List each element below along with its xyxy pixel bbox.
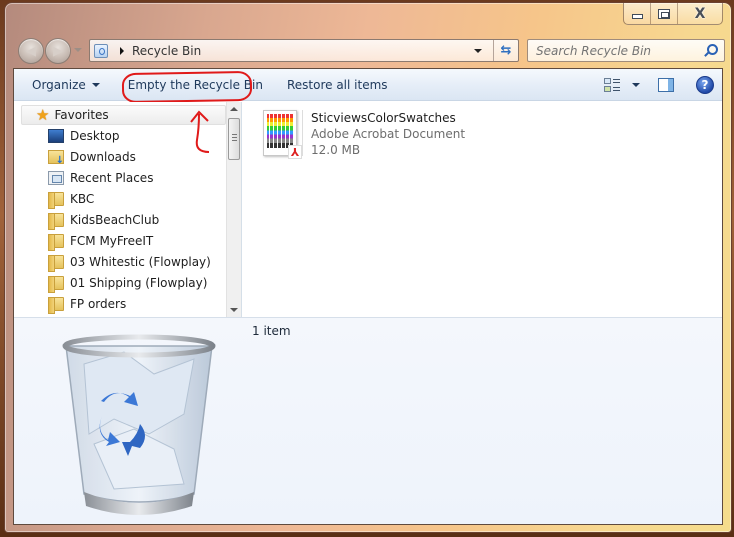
recent-pages-dropdown[interactable] [74, 48, 82, 52]
sidebar-item-label: 01 Shipping (Flowplay) [70, 275, 208, 290]
scroll-up-arrow-icon[interactable] [230, 107, 238, 111]
folder-icon [48, 191, 64, 209]
recycle-bin-large-icon [62, 334, 216, 515]
sidebar-item-kidsbeachclub[interactable]: KidsBeachClub [14, 209, 226, 230]
back-arrow-icon: ◀ [26, 43, 36, 59]
address-history-dropdown[interactable] [474, 49, 482, 53]
refresh-icon: ⇆ [500, 43, 512, 58]
folder-icon [48, 212, 64, 230]
restore-all-items-label: Restore all items [286, 77, 388, 92]
sidebar-favorites-header[interactable]: ★ Favorites [21, 105, 226, 125]
sidebar-item-label: FCM MyFreeIT [70, 233, 154, 248]
search-input[interactable] [528, 43, 700, 58]
minimize-icon [631, 14, 643, 19]
item-count: 1 item [252, 324, 291, 338]
sidebar-item-label: KidsBeachClub [70, 212, 160, 227]
sidebar-item-fp-orders[interactable]: FP orders [14, 293, 226, 314]
sidebar-item-downloads[interactable]: Downloads [14, 146, 226, 167]
organize-button[interactable]: Organize [20, 69, 112, 100]
preview-pane-icon[interactable] [658, 77, 674, 92]
favorites-list: ★ Favorites Desktop Downloads Recent Pla… [14, 102, 226, 314]
folder-icon [48, 233, 64, 251]
sidebar-item-label: Recent Places [70, 170, 154, 185]
color-swatch-thumbnail [267, 114, 293, 148]
restore-all-items-button[interactable]: Restore all items [275, 69, 400, 100]
search-icon[interactable] [700, 41, 720, 61]
sidebar-item-label: Downloads [70, 149, 136, 164]
favorites-label: Favorites [54, 108, 109, 122]
back-button[interactable]: ◀ [18, 38, 44, 64]
file-separator [302, 110, 303, 156]
file-name: SticviewsColorSwatches [311, 111, 456, 125]
folder-icon [48, 296, 64, 314]
sidebar-item-label: Desktop [70, 128, 120, 143]
refresh-button[interactable]: ⇆ [493, 40, 518, 61]
downloads-icon [48, 149, 64, 166]
empty-recycle-bin-label: Empty the Recycle Bin [127, 77, 263, 92]
sidebar-item-fcm-myfreeit[interactable]: FCM MyFreeIT [14, 230, 226, 251]
scroll-down-arrow-icon[interactable] [230, 308, 238, 312]
maximize-icon [658, 8, 670, 19]
empty-recycle-bin-button[interactable]: Empty the Recycle Bin [116, 69, 275, 100]
navigation-pane-scrollbar[interactable] [226, 102, 241, 317]
search-box [527, 39, 725, 62]
help-icon[interactable]: ? [696, 75, 714, 94]
client-area: Organize Empty the Recycle Bin Restore a… [13, 68, 723, 525]
scrollbar-thumb[interactable] [228, 118, 240, 160]
sidebar-item-03-whitestic[interactable]: 03 Whitestic (Flowplay) [14, 251, 226, 272]
close-button[interactable]: X [678, 3, 722, 24]
command-bar: Organize Empty the Recycle Bin Restore a… [14, 69, 722, 104]
sidebar-item-label: FP orders [70, 296, 127, 311]
details-pane: 1 item [14, 317, 722, 524]
forward-arrow-icon: ▶ [53, 43, 63, 59]
pdf-icon: ⅄ [263, 110, 302, 159]
acrobat-badge-icon: ⅄ [288, 145, 302, 159]
folder-icon [48, 254, 64, 272]
file-list: ⅄ SticviewsColorSwatches Adobe Acrobat D… [243, 102, 722, 317]
desktop-icon [48, 128, 64, 143]
organize-label: Organize [32, 77, 86, 92]
file-size: 12.0 MB [311, 143, 361, 157]
address-bar[interactable]: Recycle Bin ⇆ [89, 39, 519, 62]
sidebar-item-desktop[interactable]: Desktop [14, 125, 226, 146]
navigation-pane: ★ Favorites Desktop Downloads Recent Pla… [14, 102, 242, 317]
maximize-button[interactable] [651, 3, 678, 24]
sidebar-item-label: 03 Whitestic (Flowplay) [70, 254, 211, 269]
sidebar-item-label: KBC [70, 191, 95, 206]
star-icon: ★ [36, 106, 50, 124]
file-meta: SticviewsColorSwatches Adobe Acrobat Doc… [311, 110, 465, 158]
sidebar-item-recent-places[interactable]: Recent Places [14, 167, 226, 188]
close-icon: X [694, 5, 706, 22]
recent-places-icon [48, 170, 64, 185]
change-view-icon[interactable] [604, 77, 620, 93]
breadcrumb-recycle-bin[interactable]: Recycle Bin [132, 44, 201, 58]
caption-buttons: X [623, 3, 723, 25]
navigation-bar: ◀ ▶ Recycle Bin ⇆ [17, 38, 725, 65]
file-item[interactable]: ⅄ SticviewsColorSwatches Adobe Acrobat D… [263, 110, 465, 159]
chevron-down-icon [91, 82, 100, 87]
view-options-dropdown[interactable] [632, 82, 640, 87]
sidebar-item-01-shipping[interactable]: 01 Shipping (Flowplay) [14, 272, 226, 293]
minimize-button[interactable] [624, 3, 651, 24]
explorer-window: X ◀ ▶ Recycle Bin ⇆ Organize Empty the R… [4, 2, 732, 533]
file-type: Adobe Acrobat Document [311, 127, 466, 141]
command-bar-right: ? [604, 69, 714, 100]
breadcrumb-chevron-icon[interactable] [120, 46, 124, 55]
recycle-bin-icon [94, 43, 108, 58]
forward-button[interactable]: ▶ [45, 38, 71, 64]
folder-icon [48, 275, 64, 293]
sidebar-item-kbc[interactable]: KBC [14, 188, 226, 209]
